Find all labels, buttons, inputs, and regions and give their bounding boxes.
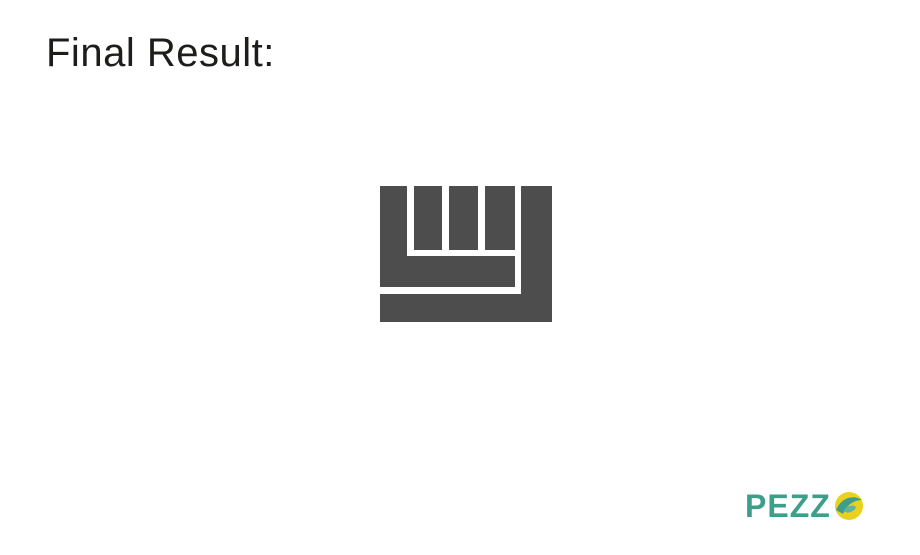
slide: Final Result: PEZZ xyxy=(0,0,920,555)
figure-slot-4 xyxy=(515,186,521,294)
o-swoosh-icon xyxy=(834,492,863,520)
logo-wordmark: PEZZ xyxy=(745,488,831,524)
figure-slot-2 xyxy=(442,186,449,250)
figure-slot-1 xyxy=(407,186,414,256)
final-result-figure xyxy=(380,186,552,322)
figure-channel-bottom xyxy=(380,287,521,294)
figure-channel-top xyxy=(407,250,515,256)
figure-slot-3 xyxy=(478,186,485,250)
pezzo-logo: PEZZ xyxy=(745,486,865,526)
slide-title: Final Result: xyxy=(46,31,275,75)
